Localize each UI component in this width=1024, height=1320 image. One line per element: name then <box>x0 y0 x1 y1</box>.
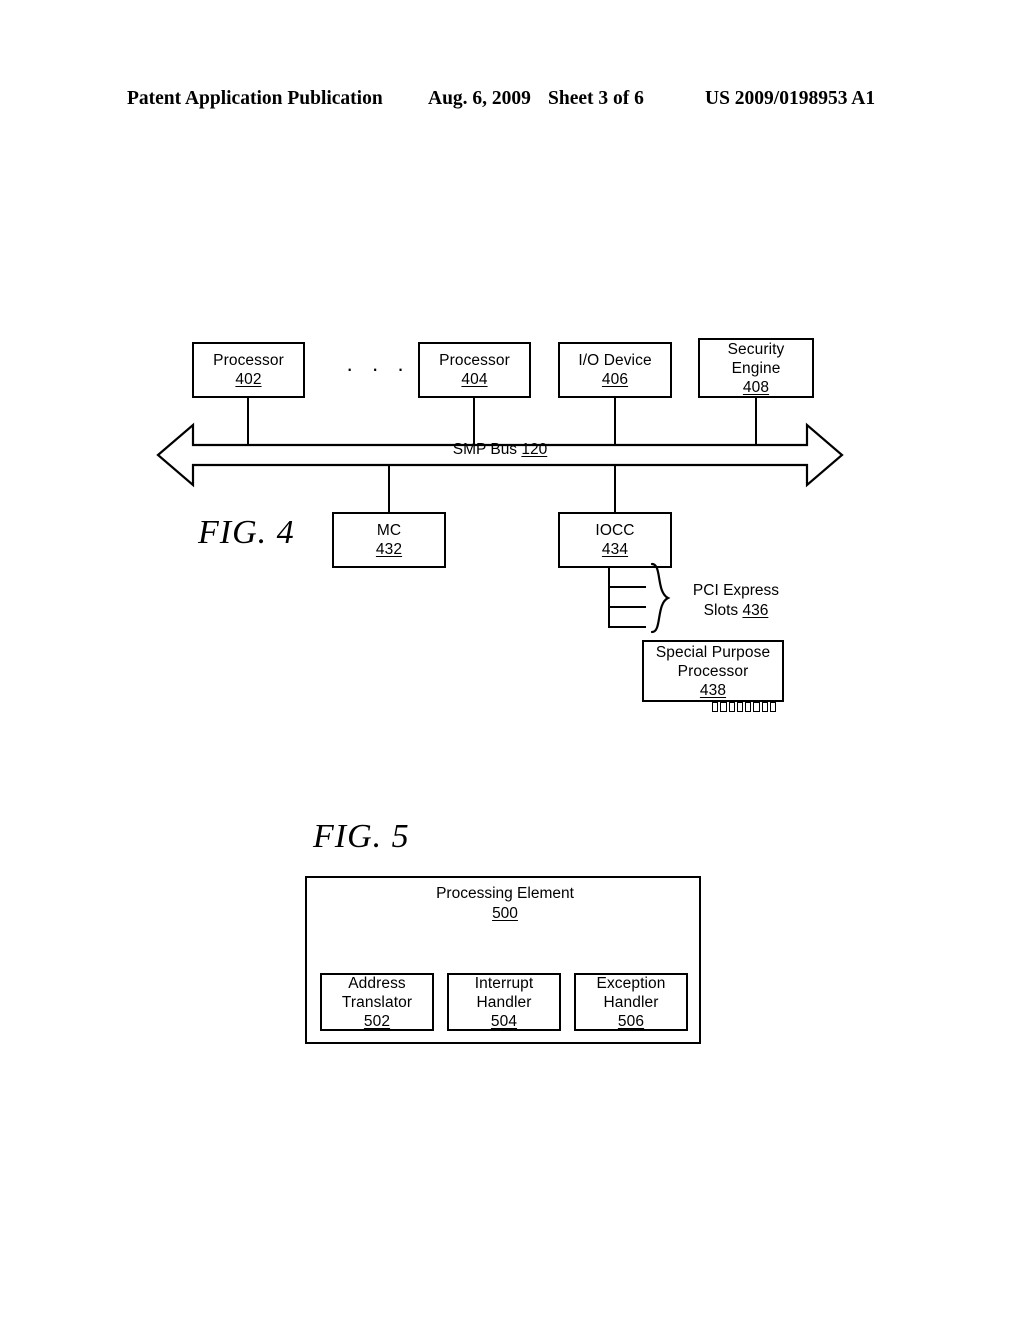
pci-slot-line <box>608 606 646 608</box>
box-processing-element-500: Processing Element 500 Address Translato… <box>305 876 701 1044</box>
box-exception-handler-506-ref: 506 <box>617 1012 645 1030</box>
box-interrupt-handler-504-label-line1: Interrupt <box>474 974 534 992</box>
pci-slots-brace <box>648 562 674 634</box>
connector-pin <box>736 702 743 712</box>
pci-slot-line <box>608 566 646 568</box>
processing-element-title: Processing Element 500 <box>307 884 703 924</box>
box-security-engine-408: Security Engine 408 <box>698 338 814 398</box>
box-address-translator-502-label-line1: Address <box>348 974 406 992</box>
box-special-purpose-processor-438: Special Purpose Processor 438 <box>642 640 784 702</box>
figure-4-caption: FIG. 4 <box>198 514 295 551</box>
box-interrupt-handler-504-label-line2: Handler <box>476 993 532 1011</box>
box-mc-432-label: MC <box>376 522 402 539</box>
connector-pin <box>728 702 735 712</box>
box-interrupt-handler-504: Interrupt Handler 504 <box>447 973 561 1031</box>
box-address-translator-502: Address Translator 502 <box>320 973 434 1031</box>
pci-slots-spine <box>608 566 610 628</box>
box-io-device-406-ref: 406 <box>601 371 629 388</box>
box-address-translator-502-ref: 502 <box>363 1012 391 1030</box>
box-io-device-406: I/O Device 406 <box>558 342 672 398</box>
box-iocc-434-label: IOCC <box>595 522 635 539</box>
box-exception-handler-506-label-line1: Exception <box>596 974 666 992</box>
box-iocc-434-ref: 434 <box>601 541 629 558</box>
connector-pin <box>720 702 727 712</box>
box-security-engine-408-label-line2: Engine <box>731 359 781 377</box>
header-patent-number: US 2009/0198953 A1 <box>705 88 876 109</box>
pci-express-slots-ref: 436 <box>742 602 769 619</box>
box-special-purpose-processor-438-label-line2: Processor <box>677 662 749 680</box>
box-processor-402-ref: 402 <box>235 371 262 388</box>
box-processor-402-label: Processor <box>213 352 284 369</box>
smp-bus-arrow-shape <box>156 422 844 488</box>
smp-bus: SMP Bus 120 <box>155 422 845 488</box>
box-processor-404-ref: 404 <box>461 371 488 388</box>
pci-express-slots-label: PCI Express Slots 436 <box>676 581 796 621</box>
box-processor-404-label: Processor <box>439 352 510 369</box>
box-security-engine-408-label-line1: Security <box>727 340 785 358</box>
box-exception-handler-506: Exception Handler 506 <box>574 973 688 1031</box>
connector-pin <box>745 702 752 712</box>
box-processor-404: Processor 404 <box>418 342 531 398</box>
box-processor-402: Processor 402 <box>192 342 305 398</box>
pci-slot-line <box>608 626 646 628</box>
box-mc-432-ref: 432 <box>375 541 403 558</box>
box-special-purpose-processor-438-ref: 438 <box>699 681 727 699</box>
box-special-purpose-processor-438-label-line1: Special Purpose <box>655 643 771 661</box>
page-header: Patent Application Publication Aug. 6, 2… <box>0 86 1024 112</box>
connector-bus-to-iocc-434 <box>614 465 616 512</box>
connector-pin <box>712 702 719 712</box>
box-iocc-434: IOCC 434 <box>558 512 672 568</box>
processing-element-title-text: Processing Element <box>436 885 574 902</box>
box-io-device-406-label: I/O Device <box>578 352 652 369</box>
box-address-translator-502-label-line2: Translator <box>341 993 413 1011</box>
processor-ellipsis: · · · <box>346 356 411 381</box>
header-date: Aug. 6, 2009 <box>428 88 531 109</box>
box-security-engine-408-ref: 408 <box>742 378 770 396</box>
connector-pin <box>761 702 768 712</box>
header-sheet-number: Sheet 3 of 6 <box>548 88 644 109</box>
card-edge-connector <box>712 702 776 712</box>
connector-bus-to-mc-432 <box>388 465 390 512</box>
box-exception-handler-506-label-line2: Handler <box>603 993 659 1011</box>
header-publication-title: Patent Application Publication <box>127 88 383 109</box>
box-mc-432: MC 432 <box>332 512 446 568</box>
pci-slot-line <box>608 586 646 588</box>
connector-pin <box>769 702 776 712</box>
pci-express-slots-label-line1: PCI Express <box>692 582 780 599</box>
box-interrupt-handler-504-ref: 504 <box>490 1012 518 1030</box>
figure-5-caption: FIG. 5 <box>313 818 410 855</box>
pci-express-slots-label-line2: Slots <box>703 602 739 619</box>
pci-express-slots-group <box>608 566 648 628</box>
processing-element-ref: 500 <box>492 905 518 922</box>
brace-icon <box>650 562 671 634</box>
connector-pin <box>753 702 760 712</box>
